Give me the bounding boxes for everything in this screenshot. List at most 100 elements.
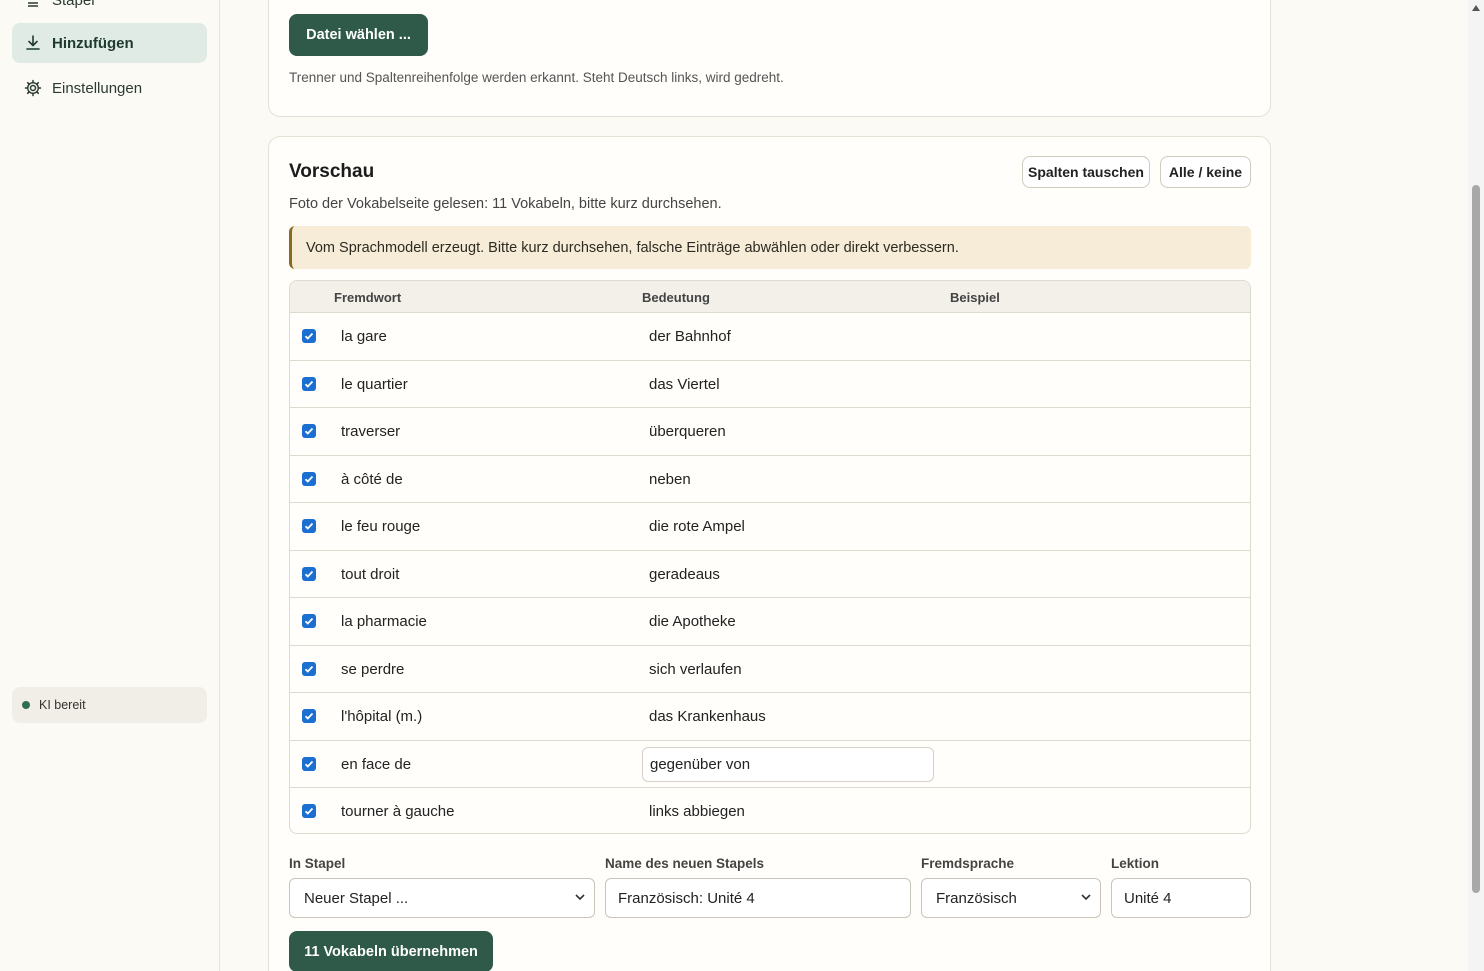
checkmark-icon bbox=[304, 760, 314, 768]
cell-bedeutung[interactable]: der Bahnhof bbox=[649, 328, 731, 345]
import-hint: Trenner und Spaltenreihenfolge werden er… bbox=[289, 70, 784, 85]
toggle-all-button[interactable]: Alle / keine bbox=[1160, 156, 1251, 188]
preview-card: Vorschau Spalten tauschen Alle / keine F… bbox=[268, 136, 1271, 971]
vocab-table: Fremdwort Bedeutung Beispiel la gare der … bbox=[289, 280, 1251, 834]
cell-fremdwort[interactable]: traverser bbox=[341, 423, 400, 440]
checkmark-icon bbox=[304, 522, 314, 530]
apply-vocab-button[interactable]: 11 Vokabeln übernehmen bbox=[289, 931, 493, 971]
sidebar-item-hinzufuegen[interactable]: Hinzufügen bbox=[12, 23, 207, 63]
row-checkbox[interactable] bbox=[302, 709, 316, 723]
row-checkbox[interactable] bbox=[302, 661, 316, 676]
download-icon bbox=[24, 34, 42, 52]
lektion-input[interactable]: Unité 4 bbox=[1111, 878, 1251, 918]
row-checkbox[interactable] bbox=[302, 424, 316, 438]
table-row: tourner à gauche links abbiegen bbox=[290, 788, 1250, 833]
cell-fremdwort[interactable]: se perdre bbox=[341, 661, 404, 678]
cell-fremdwort[interactable]: à côté de bbox=[341, 471, 403, 488]
chevron-down-icon bbox=[1081, 894, 1091, 901]
stapel-name-input[interactable]: Französisch: Unité 4 bbox=[605, 878, 911, 918]
sidebar-item-label: Hinzufügen bbox=[52, 34, 134, 52]
swap-columns-button[interactable]: Spalten tauschen bbox=[1022, 156, 1150, 188]
status-label: KI bereit bbox=[39, 698, 86, 712]
cell-fremdwort[interactable]: l'hôpital (m.) bbox=[341, 708, 422, 725]
cell-bedeutung[interactable]: geradeaus bbox=[649, 566, 720, 583]
import-card: Datei wählen ... Trenner und Spaltenreih… bbox=[268, 0, 1271, 117]
cell-fremdwort[interactable]: tourner à gauche bbox=[341, 803, 454, 820]
sidebar-item-label: Stapel bbox=[52, 0, 95, 9]
stapel-name-value: Französisch: Unité 4 bbox=[618, 889, 755, 907]
cell-fremdwort[interactable]: en face de bbox=[341, 756, 411, 773]
scrollbar[interactable] bbox=[1468, 0, 1484, 971]
cell-bedeutung[interactable]: das Viertel bbox=[649, 376, 720, 393]
checkmark-icon bbox=[304, 617, 314, 625]
checkmark-icon bbox=[304, 380, 314, 388]
ai-notice: Vom Sprachmodell erzeugt. Bitte kurz dur… bbox=[289, 226, 1251, 269]
table-row: tout droit geradeaus bbox=[290, 551, 1250, 598]
table-row: l'hôpital (m.) das Krankenhaus bbox=[290, 693, 1250, 741]
cell-fremdwort[interactable]: la gare bbox=[341, 328, 387, 345]
cell-bedeutung[interactable]: die Apotheke bbox=[649, 613, 736, 630]
row-checkbox[interactable] bbox=[302, 614, 316, 628]
cell-bedeutung[interactable]: die rote Ampel bbox=[649, 518, 745, 535]
chevron-down-icon bbox=[575, 894, 585, 901]
sidebar-item-label: Einstellungen bbox=[52, 79, 143, 97]
page-title: Vorschau bbox=[289, 161, 375, 182]
column-header-bedeutung: Bedeutung bbox=[642, 290, 710, 305]
column-header-fremdwort: Fremdwort bbox=[334, 290, 402, 305]
stapel-select[interactable]: Neuer Stapel ... bbox=[289, 878, 595, 918]
cell-bedeutung[interactable]: links abbiegen bbox=[649, 803, 745, 820]
table-row: à côté de neben bbox=[290, 456, 1250, 503]
name-label: Name des neuen Stapels bbox=[605, 856, 765, 871]
row-checkbox[interactable] bbox=[302, 471, 316, 486]
checkmark-icon bbox=[304, 665, 314, 673]
scroll-up-icon[interactable] bbox=[1471, 4, 1481, 12]
sidebar-item-stapel[interactable]: Stapel bbox=[12, 0, 207, 20]
stack-icon bbox=[24, 0, 42, 9]
cell-bedeutung[interactable]: überqueren bbox=[649, 423, 726, 440]
table-row: le feu rouge die rote Ampel bbox=[290, 503, 1250, 551]
checkmark-icon bbox=[304, 332, 314, 340]
sprache-select-value: Französisch bbox=[936, 889, 1017, 907]
row-checkbox[interactable] bbox=[302, 519, 316, 533]
gear-icon bbox=[24, 79, 42, 97]
lektion-label: Lektion bbox=[1111, 856, 1160, 871]
stapel-select-value: Neuer Stapel ... bbox=[304, 889, 409, 907]
table-row: se perdre sich verlaufen bbox=[290, 646, 1250, 693]
lektion-value: Unité 4 bbox=[1124, 889, 1172, 907]
bedeutung-input[interactable]: gegenüber von bbox=[642, 746, 934, 782]
row-checkbox[interactable] bbox=[302, 376, 316, 391]
table-row: traverser überqueren bbox=[290, 408, 1250, 456]
table-row: le quartier das Viertel bbox=[290, 361, 1250, 408]
status-dot-icon bbox=[22, 701, 30, 709]
cell-bedeutung[interactable]: sich verlaufen bbox=[649, 661, 742, 678]
table-row: en face de gegenüber von bbox=[290, 741, 1250, 788]
sprache-label: Fremdsprache bbox=[921, 856, 1015, 871]
preview-subtitle: Foto der Vokabelseite gelesen: 11 Vokabe… bbox=[289, 196, 722, 212]
sprache-select[interactable]: Französisch bbox=[921, 878, 1101, 918]
row-checkbox[interactable] bbox=[302, 566, 316, 581]
status-badge: KI bereit bbox=[12, 687, 207, 723]
table-row: la gare der Bahnhof bbox=[290, 313, 1250, 361]
cell-fremdwort[interactable]: la pharmacie bbox=[341, 613, 427, 630]
choose-file-button[interactable]: Datei wählen ... bbox=[289, 14, 428, 56]
row-checkbox[interactable] bbox=[302, 756, 316, 771]
cell-bedeutung[interactable]: das Krankenhaus bbox=[649, 708, 766, 725]
checkmark-icon bbox=[304, 807, 314, 815]
row-checkbox[interactable] bbox=[302, 329, 316, 343]
sidebar: Stapel Hinzufügen Einstellungen KI berei… bbox=[0, 0, 220, 971]
cell-bedeutung[interactable]: neben bbox=[649, 471, 691, 488]
row-checkbox[interactable] bbox=[302, 804, 316, 818]
checkmark-icon bbox=[304, 475, 314, 483]
sidebar-item-einstellungen[interactable]: Einstellungen bbox=[12, 68, 207, 108]
checkmark-icon bbox=[304, 570, 314, 578]
scrollbar-thumb[interactable] bbox=[1472, 185, 1480, 893]
stapel-label: In Stapel bbox=[289, 856, 346, 871]
checkmark-icon bbox=[304, 712, 314, 720]
column-header-beispiel: Beispiel bbox=[950, 290, 1000, 305]
checkmark-icon bbox=[304, 427, 314, 435]
table-header: Fremdwort Bedeutung Beispiel bbox=[290, 281, 1250, 313]
table-row: la pharmacie die Apotheke bbox=[290, 598, 1250, 646]
cell-fremdwort[interactable]: le feu rouge bbox=[341, 518, 420, 535]
cell-fremdwort[interactable]: le quartier bbox=[341, 376, 408, 393]
cell-fremdwort[interactable]: tout droit bbox=[341, 566, 399, 583]
